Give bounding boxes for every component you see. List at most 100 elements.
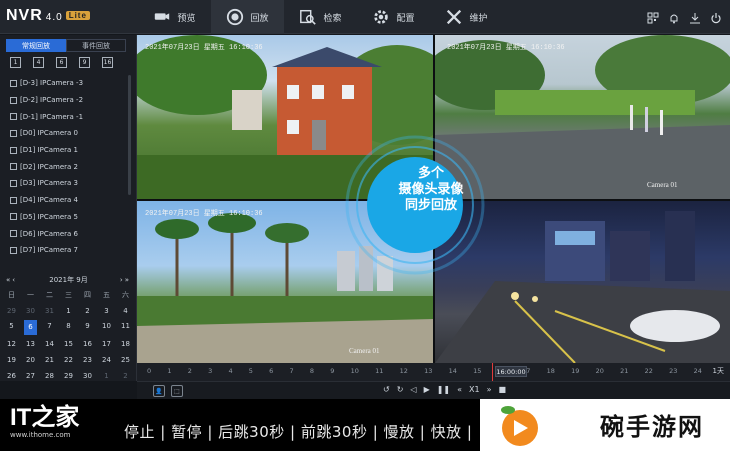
camera-label: [D3] IPCamera 3	[20, 179, 78, 188]
prev-frame-icon[interactable]: ◁	[410, 385, 416, 394]
calendar-day[interactable]: 19	[2, 352, 21, 368]
stop-icon[interactable]: ■	[499, 385, 507, 394]
camera-checkbox[interactable]	[10, 129, 17, 137]
download-icon[interactable]	[689, 9, 701, 24]
camera-checkbox[interactable]	[10, 196, 17, 204]
pause-icon[interactable]: ❚❚	[437, 385, 450, 394]
split-9-button[interactable]: 9	[79, 57, 90, 68]
play-icon[interactable]: ▶	[424, 385, 430, 394]
calendar-day[interactable]: 1	[59, 303, 78, 319]
camera-checkbox[interactable]	[10, 163, 17, 171]
calendar-day[interactable]: 26	[2, 368, 21, 384]
camera-list-item[interactable]: [D-2] IPCamera -2	[10, 92, 125, 109]
split-16-button[interactable]: 16	[102, 57, 113, 68]
calendar-day[interactable]: 2	[116, 368, 135, 384]
calendar-day[interactable]: 28	[40, 368, 59, 384]
qr-code-icon[interactable]	[647, 9, 659, 24]
calendar-day[interactable]: 12	[2, 336, 21, 352]
camera-list-item[interactable]: [D-3] IPCamera -3	[10, 75, 125, 92]
camera-list-item[interactable]: [D7] IPCamera 7	[10, 242, 125, 259]
calendar-day[interactable]: 29	[2, 303, 21, 319]
nav-maintenance[interactable]: 维护	[430, 0, 503, 34]
split-4-button[interactable]: 4	[33, 57, 44, 68]
camera-list-item[interactable]: [D4] IPCamera 4	[10, 192, 125, 209]
playback-buttons: ↺ ↻ ◁ ▶ ❚❚ « X1 » ■	[383, 385, 506, 394]
calendar-day[interactable]: 17	[97, 336, 116, 352]
calendar-day[interactable]: 29	[59, 368, 78, 384]
tab-normal-playback[interactable]: 常规回放	[6, 39, 66, 52]
camera-checkbox[interactable]	[10, 96, 17, 104]
calendar-day[interactable]: 6	[24, 319, 37, 336]
calendar-day[interactable]: 30	[21, 303, 40, 319]
split-6-button[interactable]: 6	[56, 57, 67, 68]
tab-event-playback[interactable]: 事件回放	[66, 39, 126, 52]
calendar-day[interactable]: 21	[40, 352, 59, 368]
calendar-day[interactable]: 30	[78, 368, 97, 384]
calendar-day[interactable]: 5	[2, 319, 21, 335]
camera-checkbox[interactable]	[10, 179, 17, 187]
camera-list-item[interactable]: [D3] IPCamera 3	[10, 175, 125, 192]
calendar-day[interactable]: 1	[97, 368, 116, 384]
nav-preview[interactable]: 预览	[138, 0, 211, 34]
camera-checkbox[interactable]	[10, 146, 17, 154]
timeline[interactable]: 0123456789101112131415161718192021222324…	[137, 363, 730, 381]
split-1-button[interactable]: 1	[10, 57, 21, 68]
next-month-year-arrows[interactable]: ›»	[120, 276, 131, 284]
nav-search-label: 检索	[323, 13, 342, 24]
calendar-day[interactable]: 15	[59, 336, 78, 352]
bell-icon[interactable]	[668, 9, 680, 24]
calendar-weekday: 日	[8, 290, 15, 299]
rewind-30-icon[interactable]: ↺	[383, 385, 390, 394]
camera-checkbox[interactable]	[10, 79, 17, 87]
camera-checkbox[interactable]	[10, 230, 17, 238]
camera-label: [D6] IPCamera 6	[20, 229, 78, 238]
calendar-day[interactable]: 18	[116, 336, 135, 352]
snapshot-icon[interactable]: ⬚	[171, 385, 183, 397]
fast-icon[interactable]: »	[487, 385, 492, 394]
camera-list-item[interactable]: [D-1] IPCamera -1	[10, 108, 125, 125]
gear-icon	[374, 10, 389, 24]
forward-30-icon[interactable]: ↻	[397, 385, 404, 394]
split-selector: 1 4 6 9 16	[10, 57, 113, 68]
calendar-day[interactable]: 27	[21, 368, 40, 384]
camera-checkbox[interactable]	[10, 213, 17, 221]
power-icon[interactable]	[710, 9, 722, 24]
slow-icon[interactable]: «	[457, 385, 462, 394]
calendar-day[interactable]: 25	[116, 352, 135, 368]
calendar-weekday: 五	[103, 290, 110, 299]
camera-list-item[interactable]: [D5] IPCamera 5	[10, 209, 125, 226]
nav-config[interactable]: 配置	[357, 0, 430, 34]
camera-list-item[interactable]: [D1] IPCamera 1	[10, 142, 125, 159]
camera-checkbox[interactable]	[10, 113, 17, 121]
timeline-tick: 23	[669, 367, 678, 375]
calendar-day[interactable]: 7	[40, 319, 59, 335]
calendar-day[interactable]: 22	[59, 352, 78, 368]
timeline-tick: 5	[248, 367, 253, 375]
calendar-day[interactable]: 13	[21, 336, 40, 352]
calendar-day[interactable]: 23	[78, 352, 97, 368]
timeline-playhead[interactable]	[492, 363, 493, 381]
calendar-day[interactable]: 10	[97, 319, 116, 335]
nav-search[interactable]: 检索	[284, 0, 357, 34]
calendar-day[interactable]: 20	[21, 352, 40, 368]
calendar-day[interactable]: 14	[40, 336, 59, 352]
camera-list-item[interactable]: [D6] IPCamera 6	[10, 225, 125, 242]
nav-playback[interactable]: 回放	[211, 0, 284, 34]
calendar-day[interactable]: 16	[78, 336, 97, 352]
user-icon[interactable]: 👤	[153, 385, 165, 397]
camera-list-item[interactable]: [D2] IPCamera 2	[10, 158, 125, 175]
calendar-day[interactable]: 9	[78, 319, 97, 335]
calendar-day[interactable]: 11	[116, 319, 135, 335]
timeline-range[interactable]: 1天	[713, 366, 724, 376]
calendar-day[interactable]: 31	[40, 303, 59, 319]
calendar-day[interactable]: 24	[97, 352, 116, 368]
camera-list-scrollbar[interactable]	[128, 75, 131, 195]
calendar-day[interactable]: 3	[97, 303, 116, 319]
camera-list-item[interactable]: [D0] IPCamera 0	[10, 125, 125, 142]
calendar-day[interactable]: 8	[59, 319, 78, 335]
camera-checkbox[interactable]	[10, 246, 17, 254]
calendar-day[interactable]: 2	[78, 303, 97, 319]
tools-icon	[447, 9, 462, 25]
prev-year-month-arrows[interactable]: «‹	[6, 276, 17, 284]
calendar-day[interactable]: 4	[116, 303, 135, 319]
